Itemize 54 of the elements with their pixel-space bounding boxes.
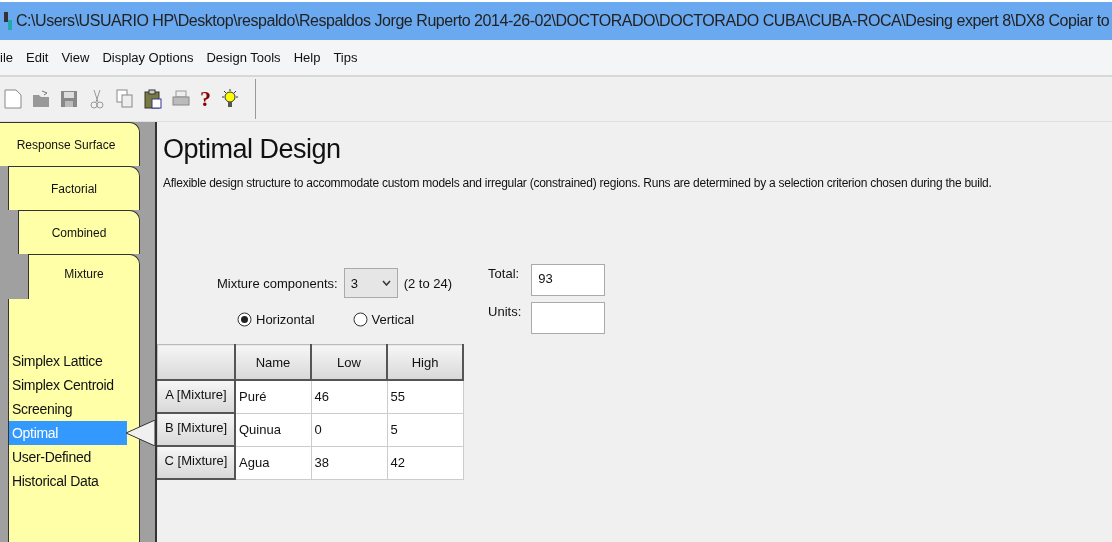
printer-icon[interactable]: [172, 89, 190, 109]
total-field[interactable]: 93: [531, 264, 606, 296]
window-title: C:\Users\USUARIO HP\Desktop\respaldo\Respaldos Jorge Ruperto 2014-26-02\DOCTORADO\DOCTORADO CUBA\CUBA-ROCA\Desing expert 8\DX8 Copiar to: [16, 12, 1110, 30]
table-cell[interactable]: 38: [311, 446, 387, 479]
table-cell[interactable]: 5: [387, 413, 463, 446]
paste-icon[interactable]: [144, 89, 162, 109]
table-cell[interactable]: Puré: [235, 380, 311, 413]
row-header: A [Mixture]: [157, 380, 235, 413]
table-cell[interactable]: 46: [311, 380, 387, 413]
row-header: C [Mixture]: [157, 446, 235, 479]
menu-item[interactable]: Tips: [327, 50, 365, 65]
new-document-icon[interactable]: [4, 89, 22, 109]
components-dropdown[interactable]: 3: [343, 268, 398, 298]
design-tab[interactable]: Factorial: [8, 166, 140, 210]
table-cell[interactable]: 42: [387, 446, 463, 479]
field-label: Mixture components:: [217, 275, 338, 291]
table-cell[interactable]: 55: [387, 380, 463, 413]
field-label: Units:: [488, 303, 522, 319]
table-cell[interactable]: Agua: [235, 446, 311, 479]
menu-item[interactable]: Help: [287, 50, 328, 65]
app-icon: [4, 10, 12, 32]
design-tab[interactable]: Response Surface: [0, 122, 140, 166]
design-tab[interactable]: Mixture: [28, 254, 140, 299]
page-heading: Optimal Design: [163, 134, 342, 166]
menu-item[interactable]: Design Tools: [200, 50, 288, 65]
field-label: Total:: [488, 265, 521, 281]
range-hint: (2 to 24): [403, 275, 453, 291]
row-header: B [Mixture]: [157, 413, 235, 446]
design-type-item[interactable]: Historical Data: [9, 469, 127, 493]
column-header: Name: [235, 344, 311, 380]
design-tab[interactable]: Combined: [18, 210, 140, 254]
design-type-item[interactable]: User-Defined: [9, 445, 127, 469]
copy-icon[interactable]: [116, 89, 134, 109]
description-text: Aflexible design structure to accommodate custom models and irregular (constrained) regions. Runs are determined by a selection criterion chosen during the build.: [163, 176, 993, 190]
menu-item[interactable]: Edit: [20, 50, 56, 65]
design-type-item[interactable]: Simplex Centroid: [9, 373, 127, 397]
cut-icon[interactable]: [88, 89, 106, 109]
help-button[interactable]: ?: [200, 86, 211, 112]
design-type-item[interactable]: Simplex Lattice: [9, 349, 127, 373]
column-header: High: [387, 344, 463, 380]
design-type-item[interactable]: Screening: [9, 397, 127, 421]
lightbulb-icon[interactable]: [221, 89, 239, 109]
menu-item[interactable]: View: [55, 50, 97, 65]
menu-item[interactable]: ile: [0, 50, 20, 65]
save-icon[interactable]: [60, 89, 78, 109]
column-header: Low: [311, 344, 387, 380]
orientation-radio[interactable]: Vertical: [352, 312, 415, 327]
units-field[interactable]: [531, 302, 606, 334]
menu-item[interactable]: Display Options: [96, 50, 201, 65]
folder-icon[interactable]: [32, 89, 50, 109]
caret-icon: [381, 280, 391, 286]
orientation-radio[interactable]: Horizontal: [237, 312, 315, 327]
table-cell[interactable]: Quinua: [235, 413, 311, 446]
table-cell[interactable]: 0: [311, 413, 387, 446]
